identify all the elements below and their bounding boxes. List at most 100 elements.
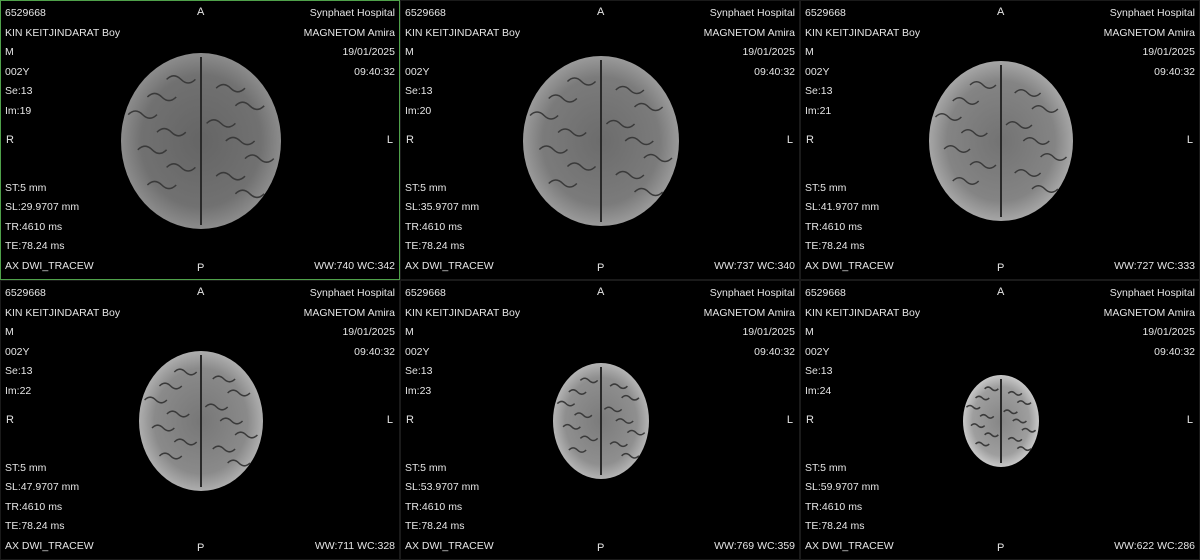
- patient-sex: M: [405, 326, 414, 338]
- scanner-model: MAGNETOM Amira: [1103, 26, 1195, 39]
- echo-time: TE:78.24 ms: [805, 520, 865, 532]
- window-width-center: WW:769 WC:359: [714, 539, 795, 552]
- mri-viewport-3[interactable]: 6529668 KIN KEITJINDARAT Boy M 002Y Se:1…: [800, 0, 1200, 280]
- mri-viewport-5[interactable]: 6529668 KIN KEITJINDARAT Boy M 002Y Se:1…: [400, 280, 800, 560]
- orientation-right: R: [406, 134, 414, 146]
- patient-age: 002Y: [5, 65, 30, 78]
- slice-location: SL:47.9707 mm: [5, 481, 80, 493]
- study-info-overlay: Synphaet Hospital MAGNETOM Amira 19/01/2…: [304, 4, 395, 82]
- orientation-posterior: P: [197, 542, 205, 554]
- mri-viewport-2[interactable]: 6529668 KIN KEITJINDARAT Boy M 002Y Se:1…: [400, 0, 800, 280]
- patient-sex: M: [805, 46, 814, 58]
- patient-name: KIN KEITJINDARAT Boy: [805, 306, 921, 319]
- orientation-left: L: [1186, 414, 1193, 426]
- series-number: Se:13: [405, 365, 433, 377]
- acquisition-info-overlay: ST:5 mm SL:41.9707 mm TR:4610 ms TE:78.2…: [805, 179, 894, 277]
- slice-thickness: ST:5 mm: [5, 461, 47, 474]
- scanner-model: MAGNETOM Amira: [303, 306, 395, 319]
- window-width-center: WW:740 WC:342: [314, 259, 395, 272]
- slice-location: SL:35.9707 mm: [405, 201, 480, 213]
- window-level-overlay: WW:727 WC:333: [1114, 257, 1195, 277]
- patient-id: 6529668: [405, 7, 446, 19]
- patient-id: 6529668: [5, 7, 46, 19]
- orientation-anterior: A: [997, 6, 1005, 18]
- sequence-name: AX DWI_TRACEW: [805, 539, 894, 552]
- orientation-left: L: [786, 134, 793, 146]
- patient-sex: M: [5, 46, 14, 58]
- window-level-overlay: WW:740 WC:342: [314, 257, 395, 277]
- patient-age: 002Y: [405, 65, 430, 78]
- orientation-left: L: [386, 134, 393, 146]
- echo-time: TE:78.24 ms: [405, 520, 465, 532]
- patient-name: KIN KEITJINDARAT Boy: [405, 306, 521, 319]
- patient-age: 002Y: [805, 65, 830, 78]
- orientation-anterior: A: [597, 6, 605, 18]
- window-level-overlay: WW:737 WC:340: [714, 257, 795, 277]
- study-date: 19/01/2025: [1142, 326, 1195, 338]
- window-width-center: WW:727 WC:333: [1114, 259, 1195, 272]
- echo-time: TE:78.24 ms: [5, 520, 65, 532]
- image-number: Im:20: [405, 104, 432, 117]
- study-info-overlay: Synphaet Hospital MAGNETOM Amira 19/01/2…: [704, 284, 795, 362]
- scanner-model: MAGNETOM Amira: [703, 26, 795, 39]
- slice-location: SL:41.9707 mm: [805, 201, 880, 213]
- repetition-time: TR:4610 ms: [805, 500, 863, 513]
- study-date: 19/01/2025: [742, 46, 795, 58]
- acquisition-info-overlay: ST:5 mm SL:47.9707 mm TR:4610 ms TE:78.2…: [5, 459, 94, 557]
- series-number: Se:13: [405, 85, 433, 97]
- sequence-name: AX DWI_TRACEW: [5, 539, 94, 552]
- mri-viewport-4[interactable]: 6529668 KIN KEITJINDARAT Boy M 002Y Se:1…: [0, 280, 400, 560]
- window-width-center: WW:711 WC:328: [314, 539, 395, 552]
- acquisition-info-overlay: ST:5 mm SL:29.9707 mm TR:4610 ms TE:78.2…: [5, 179, 94, 277]
- window-width-center: WW:622 WC:286: [1114, 539, 1195, 552]
- patient-sex: M: [405, 46, 414, 58]
- patient-id: 6529668: [805, 7, 846, 19]
- institution-name: Synphaet Hospital: [309, 7, 395, 19]
- slice-thickness: ST:5 mm: [5, 181, 47, 194]
- institution-name: Synphaet Hospital: [309, 287, 395, 299]
- patient-info-overlay: 6529668 KIN KEITJINDARAT Boy M 002Y Se:1…: [405, 284, 520, 401]
- study-date: 19/01/2025: [342, 46, 395, 58]
- patient-info-overlay: 6529668 KIN KEITJINDARAT Boy M 002Y Se:1…: [405, 4, 520, 121]
- orientation-posterior: P: [997, 262, 1005, 274]
- patient-name: KIN KEITJINDARAT Boy: [5, 306, 121, 319]
- institution-name: Synphaet Hospital: [709, 7, 795, 19]
- patient-age: 002Y: [5, 345, 30, 358]
- sequence-name: AX DWI_TRACEW: [405, 259, 494, 272]
- acquisition-info-overlay: ST:5 mm SL:35.9707 mm TR:4610 ms TE:78.2…: [405, 179, 494, 277]
- scanner-model: MAGNETOM Amira: [703, 306, 795, 319]
- slice-thickness: ST:5 mm: [805, 461, 847, 474]
- repetition-time: TR:4610 ms: [5, 220, 63, 233]
- study-time: 09:40:32: [354, 65, 395, 78]
- sequence-name: AX DWI_TRACEW: [5, 259, 94, 272]
- patient-info-overlay: 6529668 KIN KEITJINDARAT Boy M 002Y Se:1…: [5, 284, 120, 401]
- orientation-posterior: P: [597, 262, 605, 274]
- image-number: Im:23: [405, 384, 432, 397]
- mri-viewport-6[interactable]: 6529668 KIN KEITJINDARAT Boy M 002Y Se:1…: [800, 280, 1200, 560]
- orientation-right: R: [6, 414, 14, 426]
- sequence-name: AX DWI_TRACEW: [405, 539, 494, 552]
- patient-id: 6529668: [405, 287, 446, 299]
- patient-age: 002Y: [405, 345, 430, 358]
- mri-viewport-1[interactable]: 6529668 KIN KEITJINDARAT Boy M 002Y Se:1…: [0, 0, 400, 280]
- study-info-overlay: Synphaet Hospital MAGNETOM Amira 19/01/2…: [1104, 4, 1195, 82]
- orientation-right: R: [806, 134, 814, 146]
- image-number: Im:21: [805, 104, 832, 117]
- orientation-posterior: P: [197, 262, 205, 274]
- institution-name: Synphaet Hospital: [1109, 7, 1195, 19]
- sequence-name: AX DWI_TRACEW: [805, 259, 894, 272]
- study-time: 09:40:32: [754, 345, 795, 358]
- patient-info-overlay: 6529668 KIN KEITJINDARAT Boy M 002Y Se:1…: [805, 284, 920, 401]
- orientation-posterior: P: [997, 542, 1005, 554]
- window-level-overlay: WW:769 WC:359: [714, 537, 795, 557]
- orientation-anterior: A: [597, 286, 605, 298]
- institution-name: Synphaet Hospital: [709, 287, 795, 299]
- mri-viewport-grid: 6529668 KIN KEITJINDARAT Boy M 002Y Se:1…: [0, 0, 1200, 560]
- slice-thickness: ST:5 mm: [805, 181, 847, 194]
- patient-sex: M: [805, 326, 814, 338]
- image-number: Im:24: [805, 384, 832, 397]
- patient-name: KIN KEITJINDARAT Boy: [405, 26, 521, 39]
- repetition-time: TR:4610 ms: [405, 500, 463, 513]
- patient-id: 6529668: [805, 287, 846, 299]
- window-level-overlay: WW:711 WC:328: [315, 537, 395, 557]
